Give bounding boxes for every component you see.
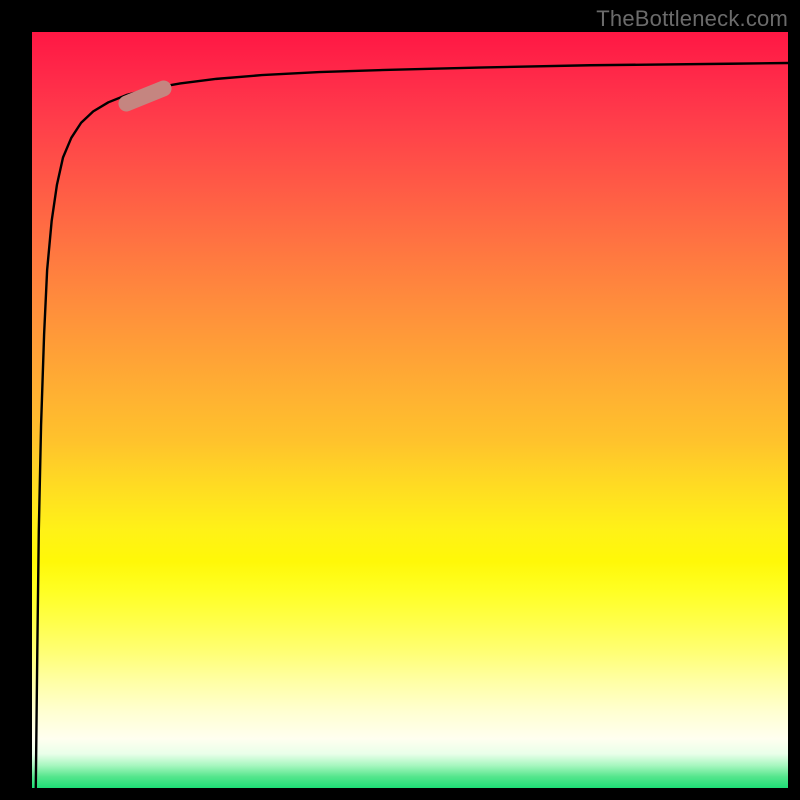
chart-plot-area — [32, 32, 788, 788]
attribution-text: TheBottleneck.com — [596, 6, 788, 32]
chart-stage: TheBottleneck.com — [0, 0, 800, 800]
